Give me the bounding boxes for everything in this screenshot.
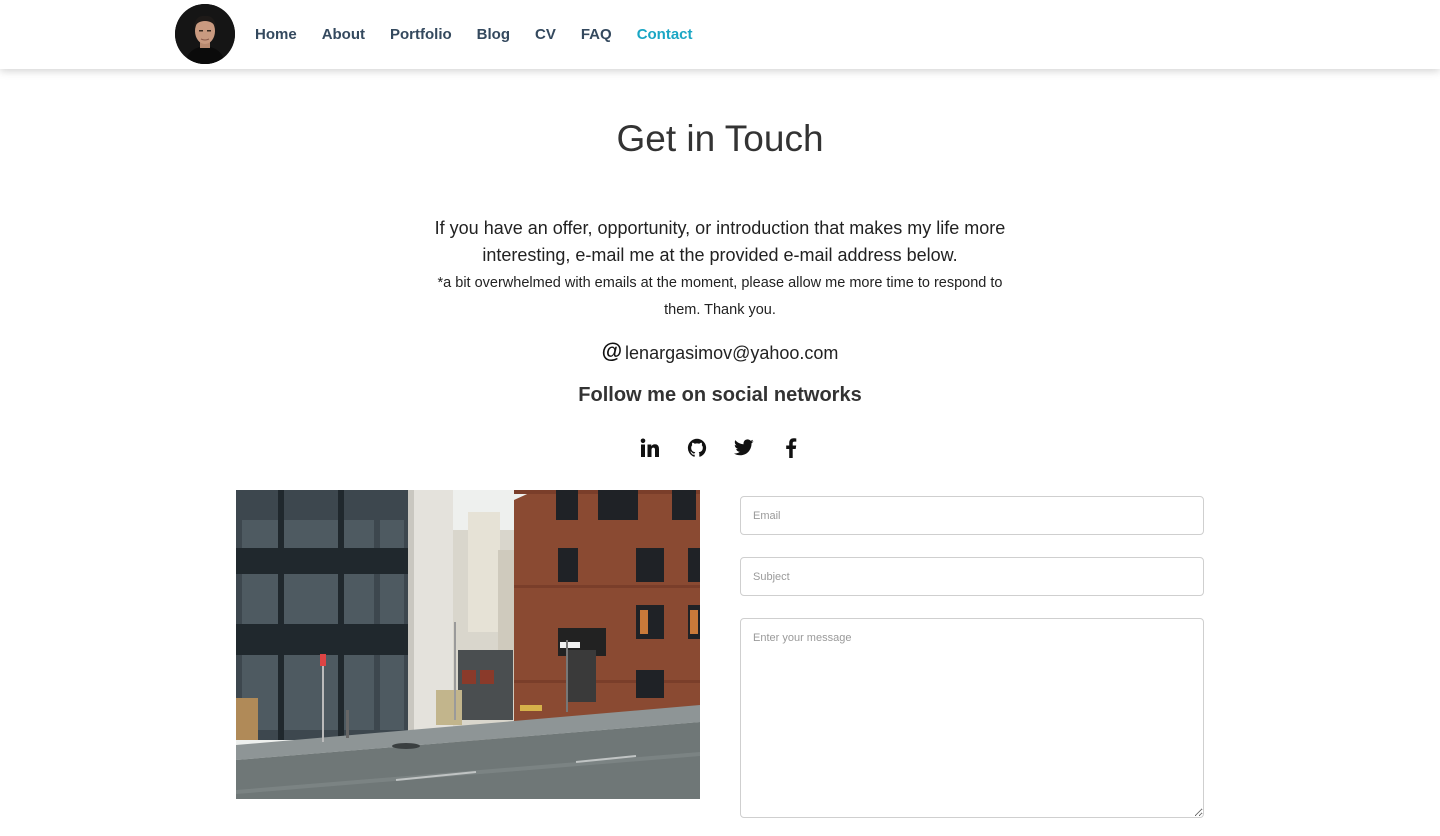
city-street-photo	[236, 490, 700, 799]
social-heading: Follow me on social networks	[578, 384, 862, 406]
linkedin-icon[interactable]	[638, 436, 662, 460]
note-text: *a bit overwhelmed with emails at the mo…	[437, 275, 1003, 318]
page-title: Get in Touch	[616, 118, 824, 159]
social-links	[0, 436, 1440, 460]
message-field[interactable]	[740, 618, 1204, 818]
email-line: @ lenargasimov@yahoo.com	[0, 340, 1440, 364]
nav-link-contact[interactable]: Contact	[637, 26, 693, 43]
nav-link-faq[interactable]: FAQ	[581, 26, 612, 43]
top-navbar: Home About Portfolio Blog CV FAQ Contact	[0, 0, 1440, 69]
nav-link-portfolio[interactable]: Portfolio	[390, 26, 452, 43]
nav-link-about[interactable]: About	[322, 26, 365, 43]
github-icon[interactable]	[685, 436, 709, 460]
facebook-icon[interactable]	[779, 436, 803, 460]
intro-text: If you have an offer, opportunity, or in…	[434, 218, 1006, 265]
nav-menu: Home About Portfolio Blog CV FAQ Contact	[255, 0, 718, 69]
subject-field[interactable]	[740, 557, 1204, 596]
email-field[interactable]	[740, 496, 1204, 535]
nav-link-blog[interactable]: Blog	[477, 26, 510, 43]
at-icon: @	[601, 340, 623, 363]
avatar[interactable]	[175, 4, 235, 64]
nav-link-home[interactable]: Home	[255, 26, 297, 43]
twitter-icon[interactable]	[732, 436, 756, 460]
nav-link-cv[interactable]: CV	[535, 26, 556, 43]
email-address[interactable]: lenargasimov@yahoo.com	[625, 343, 838, 363]
